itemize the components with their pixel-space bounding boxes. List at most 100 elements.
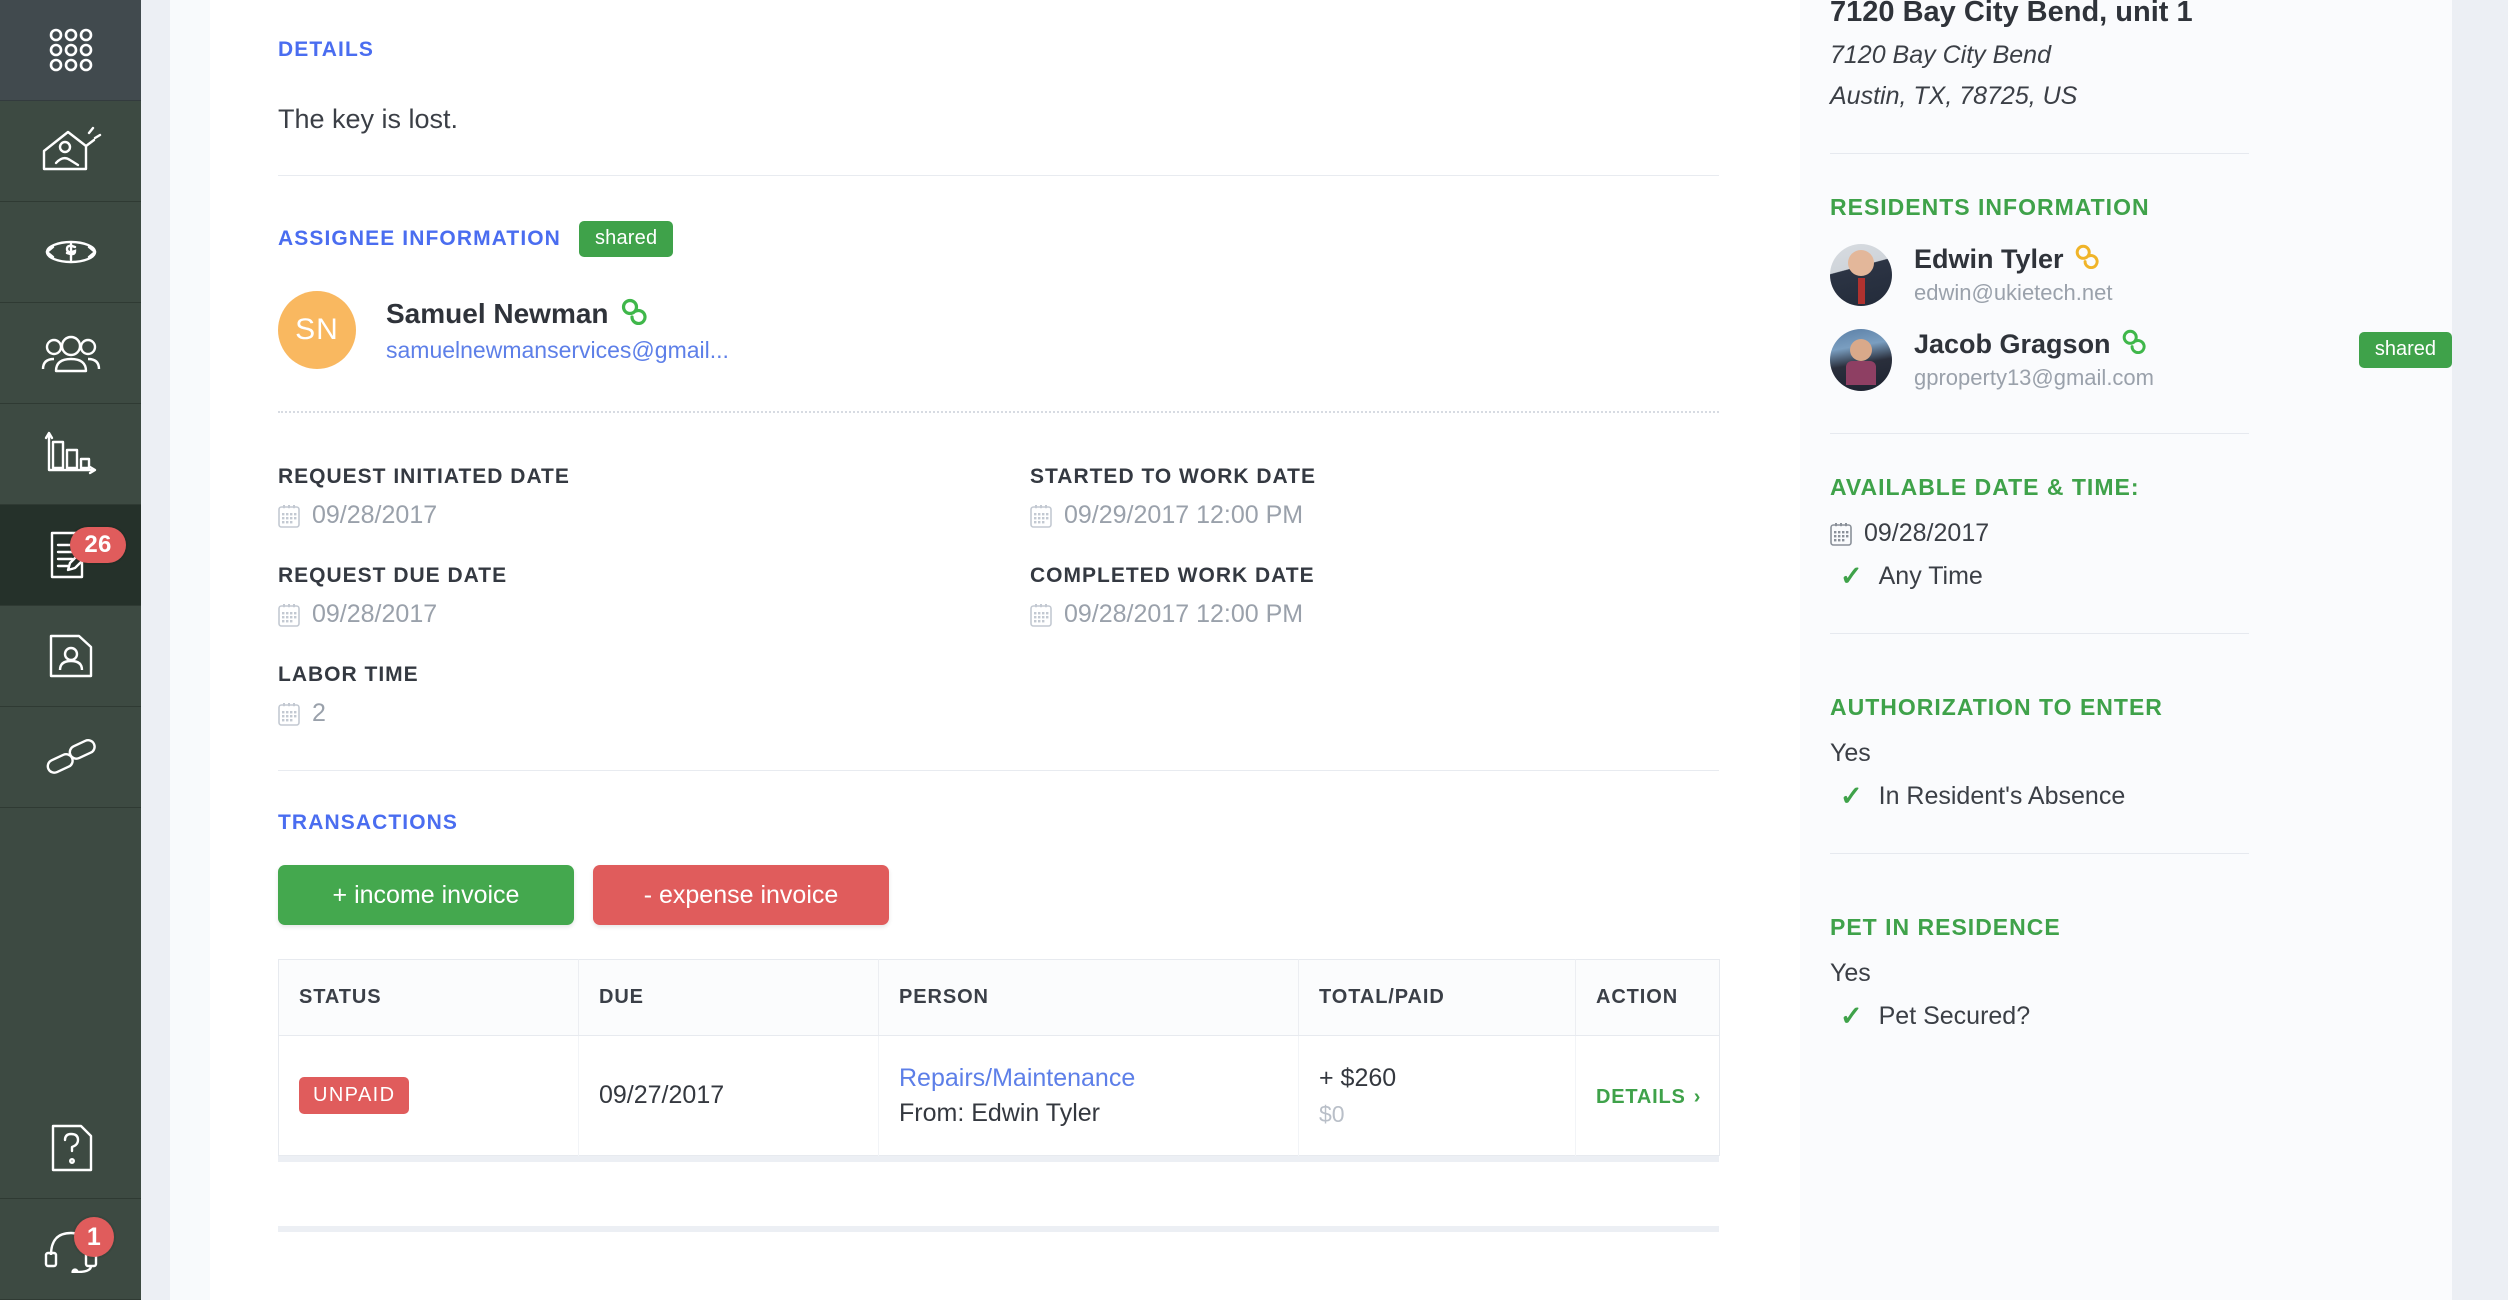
total-amount: + $260 [1319,1063,1397,1092]
available-date-row: 09/28/2017 [1830,519,2452,548]
resident-name-row: Edwin Tyler [1914,243,2112,276]
field-labor-time: LABOR TIME 2 [278,663,1030,728]
calendar-icon [278,504,300,528]
field-label: LABOR TIME [278,663,419,686]
sidebar-item-contacts[interactable] [0,303,141,404]
calendar-icon [1030,603,1052,627]
field-request-due-date: REQUEST DUE DATE 09/28/2017 [278,564,1030,629]
sidebar-item-reports[interactable] [0,404,141,505]
rail-spacer [0,808,141,1098]
sidebar-item-properties[interactable] [0,101,141,202]
assignee-name: Samuel Newman [386,298,609,329]
assignee-section: ASSIGNEE INFORMATION shared SN Samuel Ne… [278,176,1709,369]
pet-value: Yes [1830,959,1871,987]
transactions-section: TRANSACTIONS + income invoice - expense … [278,771,1720,1232]
house-hand-icon [40,125,102,177]
add-income-invoice-button[interactable]: + income invoice [278,865,574,925]
transaction-actions: + income invoice - expense invoice [278,865,1709,925]
resident-email[interactable]: gproperty13@gmail.com [1914,365,2154,391]
resident-email[interactable]: edwin@ukietech.net [1914,280,2112,306]
table-bottom-shadow [278,1156,1719,1162]
pet-detail: Pet Secured? [1878,1002,2031,1030]
details-heading: DETAILS [278,38,374,61]
field-completed-work-date: COMPLETED WORK DATE 09/28/2017 12:00 PM [1030,564,1709,629]
field-label: REQUEST DUE DATE [278,564,508,587]
rail-gap-strip-outer [141,0,170,1300]
field-value: 09/28/2017 [278,501,1030,530]
resident-name-row: Jacob Gragson [1914,328,2154,361]
column-header-action: ACTION [1575,959,1720,1036]
online-status-icon [2120,328,2146,361]
column-header-total-paid: TOTAL/PAID [1298,959,1576,1036]
paid-amount: $0 [1319,1100,1345,1127]
chevron-right-icon: › [1693,1086,1702,1108]
calendar-icon [1830,522,1852,546]
check-icon: ✓ [1840,561,1863,591]
app-root: 26 1 DETAILS The key is lost. ASSIGNEE I… [0,0,2508,1300]
available-date-value: 09/28/2017 [1864,519,1990,547]
resident-shared-badge: shared [2358,332,2452,368]
property-title: 7120 Bay City Bend, unit 1 [1830,0,2193,28]
cell-person: Repairs/Maintenance From: Edwin Tyler [878,1035,1299,1156]
field-request-initiated-date: REQUEST INITIATED DATE 09/28/2017 [278,465,1030,530]
resident-name: Jacob Gragson [1914,329,2111,359]
field-value-text: 09/28/2017 [312,501,438,529]
field-value: 2 [278,699,1030,728]
property-address-line-2: Austin, TX, 78725, US [1830,82,2078,110]
support-count-badge: 1 [74,1217,114,1257]
available-time-row: ✓ Any Time [1830,562,2452,591]
calendar-icon [278,702,300,726]
sidebar-item-help[interactable] [0,1098,141,1199]
available-date-time-heading: AVAILABLE DATE & TIME: [1830,474,2140,500]
assignee-heading: ASSIGNEE INFORMATION [278,227,561,250]
cell-status: UNPAID [278,1035,579,1156]
sidebar-item-requests[interactable]: 26 [0,505,141,606]
details-section: DETAILS The key is lost. [278,0,1709,135]
resident-name: Edwin Tyler [1914,244,2064,274]
cell-due: 09/27/2017 [578,1035,879,1156]
sidebar-item-tenant-file[interactable] [0,606,141,707]
cell-action: DETAILS › [1576,1036,1720,1156]
transactions-table: STATUS DUE PERSON TOTAL/PAID ACTION UNPA… [278,959,1720,1156]
column-header-person: PERSON [878,959,1299,1036]
field-label: REQUEST INITIATED DATE [278,465,570,488]
resident-row[interactable]: Jacob Gragson gproperty13@gmail.com shar… [1830,328,2452,391]
assignee-name-row: Samuel Newman [386,297,729,332]
main-content: DETAILS The key is lost. ASSIGNEE INFORM… [268,0,1800,1300]
sidebar-item-finance[interactable] [0,202,141,303]
assignee-email[interactable]: samuelnewmanservices@gmail... [386,337,729,364]
resident-row[interactable]: Edwin Tyler edwin@ukietech.net [1830,243,2452,306]
avatar: SN [278,291,356,369]
field-label: COMPLETED WORK DATE [1030,564,1315,587]
field-value: 09/28/2017 [278,600,1030,629]
assignee-shared-badge: shared [578,221,674,257]
assignee-card[interactable]: SN Samuel Newman samuelnewmanservices@gm… [278,291,1709,369]
avatar [1830,243,1892,306]
table-row[interactable]: UNPAID 09/27/2017 Repairs/Maintenance Fr… [278,1035,1720,1156]
person-category-link[interactable]: Repairs/Maintenance [899,1064,1298,1093]
bar-chart-icon [43,430,99,478]
content-left-margin [210,0,268,1300]
field-value-text: 09/29/2017 12:00 PM [1064,501,1304,529]
avatar [1830,328,1892,391]
people-icon [40,331,102,375]
left-icon-rail: 26 1 [0,0,141,1300]
available-time-value: Any Time [1878,562,1983,590]
table-header-row: STATUS DUE PERSON TOTAL/PAID ACTION [278,959,1720,1036]
details-body-text: The key is lost. [278,104,459,134]
check-icon: ✓ [1840,1001,1863,1031]
pet-detail-row: ✓ Pet Secured? [1830,1002,2452,1031]
transactions-heading: TRANSACTIONS [278,811,459,834]
column-header-status: STATUS [278,959,579,1036]
sidebar-item-maintenance[interactable] [0,707,141,808]
authorization-detail: In Resident's Absence [1878,782,2126,810]
add-expense-invoice-button[interactable]: - expense invoice [593,865,889,925]
field-value-text: 09/28/2017 [312,600,438,628]
dates-section: REQUEST INITIATED DATE 09/28/2017 STARTE… [278,465,1709,762]
sidebar-item-dashboard[interactable] [0,0,141,101]
status-badge: UNPAID [299,1077,410,1114]
sidebar-item-support[interactable]: 1 [0,1199,141,1300]
divider-below-transactions [278,1226,1719,1232]
divider-dotted-assignee [278,411,1719,413]
row-details-link[interactable]: DETAILS › [1596,1086,1701,1109]
